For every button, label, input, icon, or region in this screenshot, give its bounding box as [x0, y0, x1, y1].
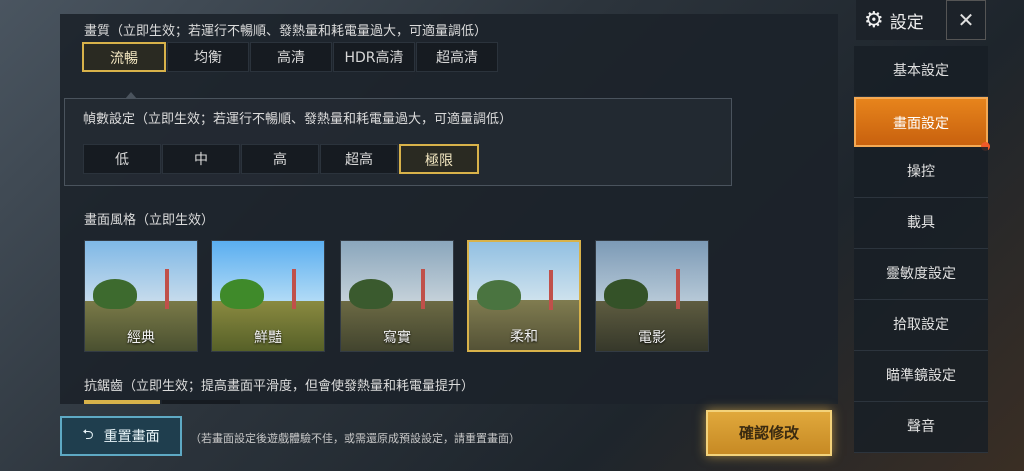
close-button[interactable]: ✕	[946, 0, 986, 40]
nav-pickup[interactable]: 拾取設定	[854, 300, 988, 351]
style-thumb-vivid[interactable]: 鮮豔	[211, 240, 325, 352]
fps-option-extreme[interactable]: 極限	[399, 144, 479, 174]
settings-sidebar: ⚙ 設定 ✕ 基本設定 畫面設定 操控 載具 靈敏度設定 拾取設定 瞄準鏡設定 …	[852, 0, 1024, 471]
fps-option-very-high[interactable]: 超高	[320, 144, 398, 174]
style-title: 畫面風格（立即生效）	[84, 213, 215, 228]
graphics-quality-title: 畫質（立即生效；若運行不暢順、發熱量和耗電量過大，可適量調低）	[84, 24, 488, 39]
graphics-quality-options: 流暢 均衡 高清 HDR高清 超高清	[82, 42, 499, 72]
reset-label: 重置畫面	[103, 429, 160, 445]
antialias-option-partial[interactable]	[162, 400, 240, 404]
close-icon: ✕	[957, 8, 975, 32]
frame-rate-box: 幀數設定（立即生效；若運行不暢順、發熱量和耗電量過大，可適量調低） 低 中 高 …	[64, 92, 732, 186]
fps-option-medium[interactable]: 中	[162, 144, 240, 174]
quality-option-hdr[interactable]: HDR高清	[333, 42, 415, 72]
fps-option-low[interactable]: 低	[83, 144, 161, 174]
style-thumb-cinema[interactable]: 電影	[595, 240, 709, 352]
reset-screen-button[interactable]: ⮌ 重置畫面	[60, 416, 182, 456]
style-label: 電影	[638, 330, 666, 346]
caret-pointer	[125, 92, 137, 99]
settings-nav: 基本設定 畫面設定 操控 載具 靈敏度設定 拾取設定 瞄準鏡設定 聲音	[854, 46, 990, 453]
style-label: 鮮豔	[254, 330, 282, 346]
nav-controls[interactable]: 操控	[854, 147, 988, 198]
settings-title: 設定	[889, 12, 924, 33]
style-thumb-realistic[interactable]: 寫實	[340, 240, 454, 352]
nav-sensitivity[interactable]: 靈敏度設定	[854, 249, 988, 300]
fps-option-high[interactable]: 高	[241, 144, 319, 174]
reset-hint: （若畫面設定後遊戲體驗不佳，或需還原成預設設定，請重置畫面）	[190, 432, 520, 445]
graphics-settings-panel: 畫質（立即生效；若運行不暢順、發熱量和耗電量過大，可適量調低） 流暢 均衡 高清…	[60, 14, 838, 404]
antialias-option-partial[interactable]	[84, 400, 160, 404]
nav-label: 畫面設定	[893, 116, 949, 132]
confirm-button[interactable]: 確認修改	[706, 410, 832, 456]
style-label: 柔和	[510, 329, 538, 345]
nav-basic-settings[interactable]: 基本設定	[854, 46, 988, 97]
quality-option-hd[interactable]: 高清	[250, 42, 332, 72]
gear-icon: ⚙	[864, 7, 884, 33]
frame-rate-title: 幀數設定（立即生效；若運行不暢順、發熱量和耗電量過大，可適量調低）	[83, 112, 513, 127]
frame-rate-options: 低 中 高 超高 極限	[83, 144, 480, 174]
style-thumb-classic[interactable]: 經典	[84, 240, 198, 352]
quality-option-ultra[interactable]: 超高清	[416, 42, 498, 72]
quality-option-balanced[interactable]: 均衡	[167, 42, 249, 72]
reset-icon: ⮌	[82, 427, 94, 443]
style-label: 寫實	[383, 330, 411, 346]
nav-scope[interactable]: 瞄準鏡設定	[854, 351, 988, 402]
style-label: 經典	[127, 330, 155, 346]
quality-option-smooth[interactable]: 流暢	[82, 42, 166, 72]
nav-sound[interactable]: 聲音	[854, 402, 988, 453]
nav-vehicles[interactable]: 載具	[854, 198, 988, 249]
antialias-title: 抗鋸齒（立即生效；提高畫面平滑度，但會使發熱量和耗電量提升）	[84, 379, 475, 394]
nav-graphics-settings[interactable]: 畫面設定	[854, 97, 990, 151]
style-thumb-soft[interactable]: 柔和	[467, 240, 581, 352]
